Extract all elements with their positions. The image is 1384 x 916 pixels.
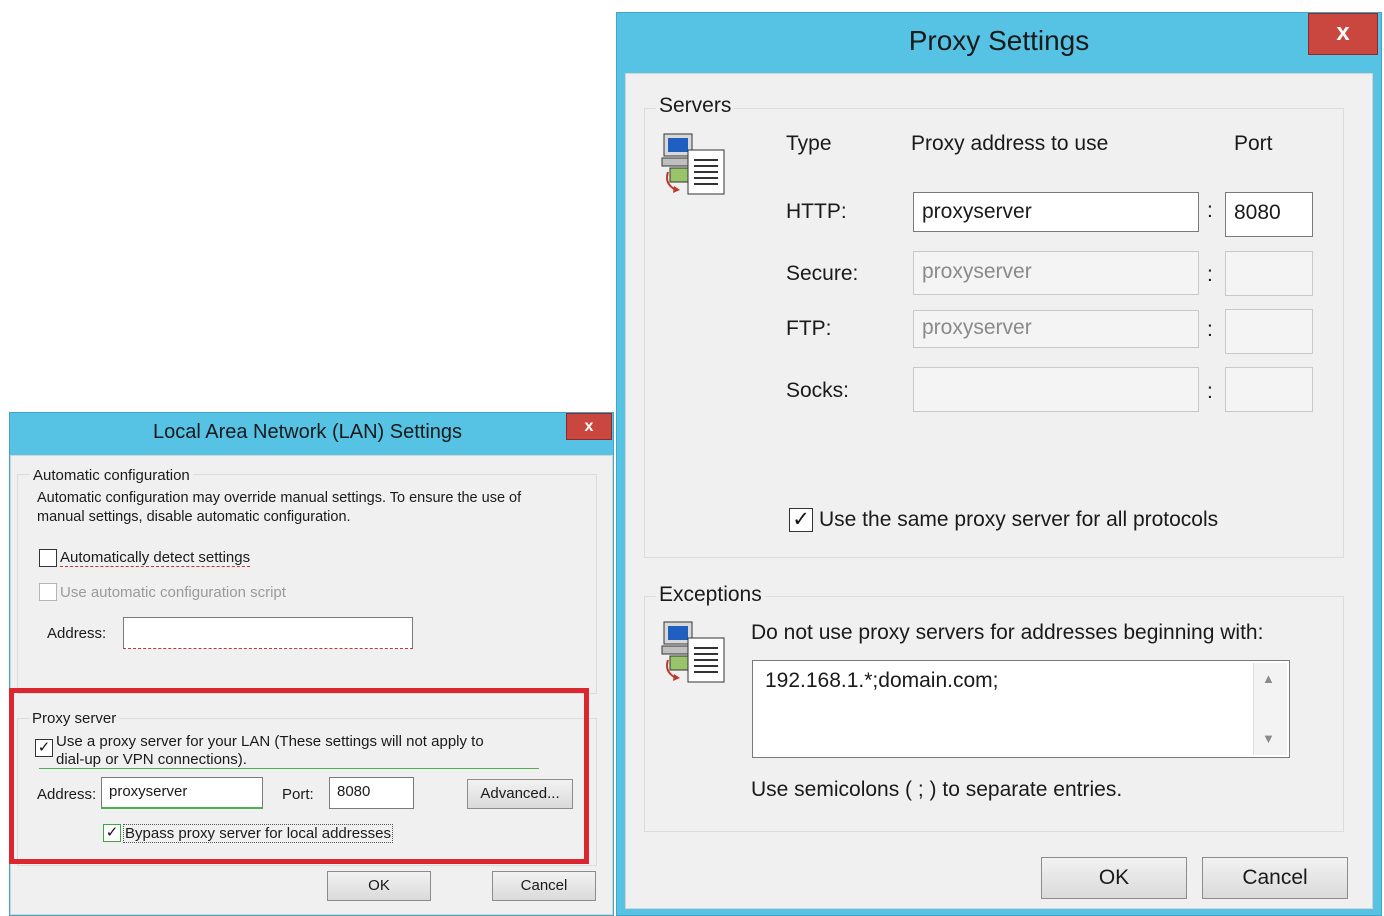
auto-address-label: Address:	[47, 625, 107, 642]
socks-separator: :	[1207, 380, 1213, 403]
col-header-address: Proxy address to use	[911, 132, 1109, 155]
ftp-port-input	[1225, 309, 1313, 354]
proxy-dialog-body: Servers Type Proxy address to use Port H…	[625, 73, 1373, 909]
secure-address-input: proxyserver	[913, 251, 1199, 295]
exceptions-network-icon	[660, 620, 728, 684]
auto-detect-label[interactable]: Automatically detect settings	[60, 549, 251, 567]
col-header-type: Type	[786, 132, 832, 155]
proxy-settings-dialog: Proxy Settings x Servers Type Proxy addr…	[616, 12, 1382, 916]
same-proxy-label[interactable]: Use the same proxy server for all protoc…	[819, 508, 1218, 532]
exceptions-textarea[interactable]: 192.168.1.*;domain.com; ▲ ▼	[752, 660, 1290, 758]
lan-dialog-title: Local Area Network (LAN) Settings	[152, 421, 463, 443]
ftp-separator: :	[1207, 318, 1213, 341]
secure-separator: :	[1207, 263, 1213, 286]
exceptions-text: 192.168.1.*;domain.com;	[765, 669, 999, 692]
auto-address-input[interactable]	[123, 617, 413, 649]
secure-port-input	[1225, 251, 1313, 296]
servers-network-icon	[660, 132, 728, 196]
secure-type-label: Secure:	[786, 262, 859, 285]
same-proxy-checkbox[interactable]: ✓	[789, 508, 813, 532]
lan-ok-button[interactable]: OK	[327, 871, 431, 901]
proxy-ok-button[interactable]: OK	[1041, 857, 1187, 899]
col-header-port: Port	[1234, 132, 1273, 155]
auto-config-desc-1: Automatic configuration may override man…	[37, 490, 522, 506]
exceptions-desc: Do not use proxy servers for addresses b…	[751, 621, 1264, 644]
proxy-dialog-title: Proxy Settings	[908, 25, 1090, 56]
scroll-down-icon[interactable]: ▼	[1262, 731, 1275, 746]
http-address-input[interactable]: proxyserver	[913, 192, 1199, 232]
http-port-input[interactable]: 8080	[1225, 192, 1313, 237]
ftp-address-input: proxyserver	[913, 310, 1199, 348]
exceptions-label: Exceptions	[656, 583, 765, 607]
auto-detect-checkbox[interactable]	[39, 549, 57, 567]
lan-cancel-button[interactable]: Cancel	[492, 871, 596, 901]
lan-close-button[interactable]: x	[566, 413, 612, 440]
proxy-close-button[interactable]: x	[1308, 13, 1378, 55]
auto-config-desc-2: manual settings, disable automatic confi…	[37, 509, 351, 525]
auto-script-label: Use automatic configuration script	[60, 584, 286, 601]
socks-address-input	[913, 367, 1199, 412]
proxy-cancel-button[interactable]: Cancel	[1202, 857, 1348, 899]
scroll-up-icon[interactable]: ▲	[1262, 671, 1275, 686]
proxy-highlight-box	[9, 688, 589, 864]
servers-label: Servers	[656, 94, 735, 118]
auto-script-checkbox	[39, 583, 57, 601]
socks-type-label: Socks:	[786, 379, 850, 402]
http-type-label: HTTP:	[786, 200, 847, 223]
http-separator: :	[1207, 199, 1213, 222]
exceptions-scrollbar[interactable]: ▲ ▼	[1253, 663, 1287, 755]
ftp-type-label: FTP:	[786, 317, 832, 340]
exceptions-note: Use semicolons ( ; ) to separate entries…	[751, 778, 1123, 801]
auto-config-label: Automatic configuration	[30, 467, 193, 484]
socks-port-input	[1225, 367, 1313, 412]
